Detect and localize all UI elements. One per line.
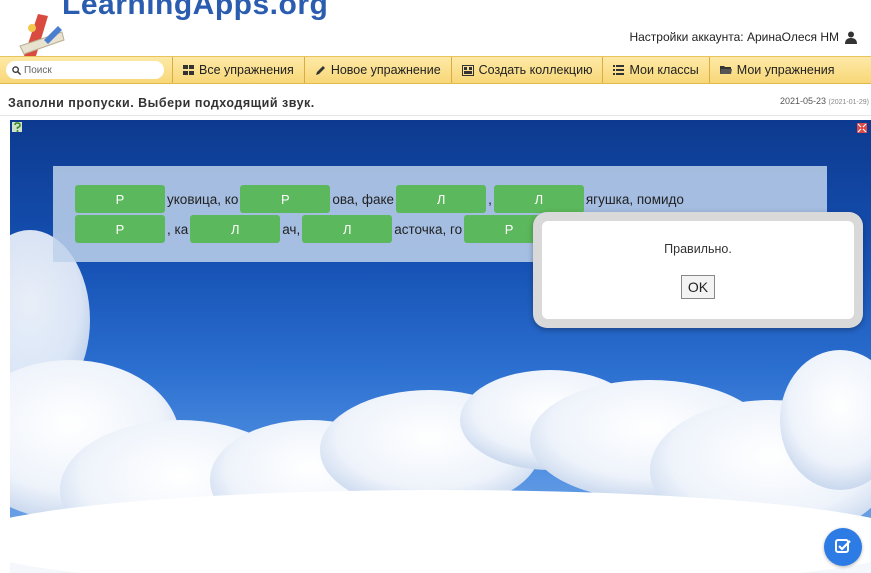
nav-create-collection[interactable]: Создать коллекцию — [450, 57, 603, 83]
folder-icon — [719, 66, 732, 74]
dialog-body: Правильно. OK — [542, 221, 854, 319]
nav-my-exercises-label: Мои упражнения — [736, 63, 835, 77]
nav-all-exercises-label: Все упражнения — [199, 63, 294, 77]
nav-new-exercise-label: Новое упражнение — [330, 63, 441, 77]
exercise-frame: Руковица, ко Рова, факе Л, Лягушка, помидо … — [10, 120, 871, 573]
dialog-message: Правильно. — [664, 242, 732, 256]
date-label: 2021-05-23 (2021-01-29) — [780, 96, 869, 106]
account-label: Настройки аккаунта: АринаОлеся НМ — [629, 30, 839, 44]
sentence-text: , ка — [167, 221, 189, 237]
nav-my-classes-label: Мои классы — [629, 63, 699, 77]
user-icon — [845, 31, 857, 44]
collection-icon — [461, 64, 474, 76]
nav-my-exercises[interactable]: Мои упражнения — [708, 57, 845, 83]
sentence-text: асточка, го — [394, 221, 463, 237]
main-navbar: Все упражнения Новое упражнение Создать … — [0, 56, 871, 84]
sentence-text: ова, факе — [332, 191, 395, 207]
nav-my-classes[interactable]: Мои классы — [602, 57, 708, 83]
fullscreen-icon[interactable] — [857, 123, 867, 133]
sentence-text: ягушка, помидо — [585, 191, 684, 207]
answer-gap[interactable]: Л — [493, 185, 584, 213]
nav-menu: Все упражнения Новое упражнение Создать … — [172, 57, 845, 83]
nav-new-exercise[interactable]: Новое упражнение — [303, 57, 451, 83]
sentence-line-1: Руковица, ко Рова, факе Л, Лягушка, помидо — [75, 185, 686, 213]
title-row: Заполни пропуски. Выбери подходящий звук… — [0, 86, 871, 116]
grid-icon — [183, 65, 194, 75]
answer-gap[interactable]: Р — [75, 215, 165, 243]
nav-create-collection-label: Создать коллекцию — [478, 63, 593, 77]
page-root: LearningApps.org Настройки аккаунта: Ари… — [0, 0, 871, 573]
check-button[interactable] — [824, 528, 862, 566]
account-settings[interactable]: Настройки аккаунта: АринаОлеся НМ — [629, 30, 857, 44]
check-icon — [835, 539, 851, 553]
answer-gap[interactable]: Л — [302, 215, 393, 243]
help-icon[interactable] — [12, 122, 24, 134]
nav-all-exercises[interactable]: Все упражнения — [172, 57, 304, 83]
date-sub: (2021-01-29) — [828, 99, 869, 106]
page-title: Заполни пропуски. Выбери подходящий звук… — [8, 96, 315, 110]
pencil-icon — [315, 65, 325, 75]
search-box[interactable] — [6, 61, 164, 79]
sentence-text: , — [488, 191, 492, 207]
logo-text: LearningApps.org — [62, 0, 329, 21]
search-input[interactable] — [24, 64, 154, 76]
list-icon — [613, 65, 625, 75]
date-main: 2021-05-23 — [779, 96, 827, 106]
ok-button[interactable]: OK — [681, 275, 715, 299]
logo-mark-icon — [19, 14, 65, 56]
sentence-text: уковица, ко — [167, 191, 239, 207]
answer-gap[interactable]: Л — [190, 215, 281, 243]
logo[interactable]: LearningApps.org — [10, 0, 328, 58]
search-icon — [12, 65, 21, 75]
answer-gap[interactable]: Р — [240, 185, 331, 213]
sentence-line-2: Р, ка Лач, Ласточка, го Р — [75, 215, 555, 243]
answer-gap[interactable]: Л — [396, 185, 487, 213]
sentence-text: ач, — [282, 221, 301, 237]
answer-gap[interactable]: Р — [75, 185, 165, 213]
result-dialog: Правильно. OK — [533, 212, 863, 328]
